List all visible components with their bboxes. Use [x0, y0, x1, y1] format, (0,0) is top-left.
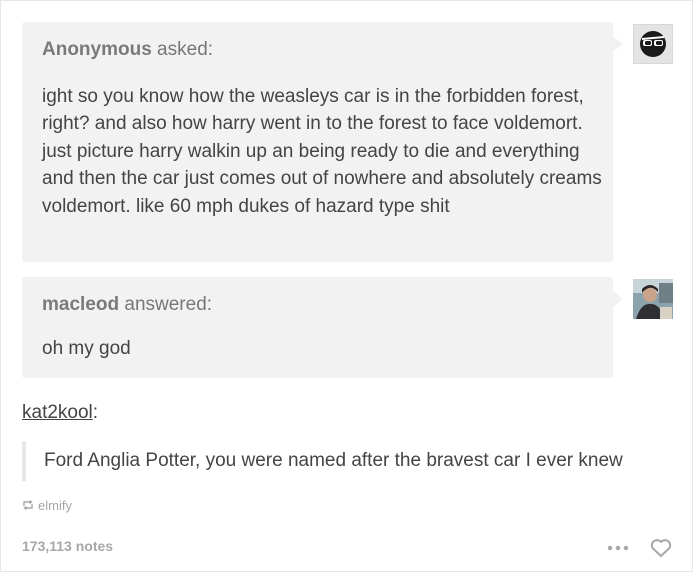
reblogger-suffix: : — [92, 402, 99, 423]
reblogger-line: kat2kool: — [22, 402, 98, 424]
answer-bubble: macleod answered: oh my god — [22, 277, 623, 378]
answer-text: oh my god — [42, 338, 131, 359]
answerer-suffix: answered: — [119, 294, 213, 315]
question-bubble: Anonymous asked: ight so you know how th… — [22, 22, 623, 262]
notes-count[interactable]: 173,113 notes — [22, 538, 113, 554]
asker-suffix: asked: — [151, 39, 214, 60]
ellipsis-icon[interactable] — [606, 541, 630, 553]
asker-line: Anonymous asked: — [42, 39, 213, 61]
answerer-line: macleod answered: — [42, 294, 212, 316]
reblog-quote: Ford Anglia Potter, you were named after… — [22, 441, 623, 481]
reblog-icon — [22, 498, 34, 513]
answerer-name[interactable]: macleod — [42, 294, 119, 315]
anonymous-avatar-icon[interactable] — [633, 24, 673, 64]
reblogger-username-link[interactable]: kat2kool — [22, 402, 93, 423]
post-card: Anonymous asked: ight so you know how th… — [0, 0, 693, 572]
source-name[interactable]: elmify — [38, 498, 72, 513]
asker-name: Anonymous — [42, 39, 152, 60]
source-attribution[interactable]: elmify — [22, 498, 72, 513]
question-text: ight so you know how the weasleys car is… — [42, 86, 602, 217]
macleod-avatar[interactable] — [633, 279, 673, 319]
heart-icon[interactable] — [650, 538, 672, 558]
